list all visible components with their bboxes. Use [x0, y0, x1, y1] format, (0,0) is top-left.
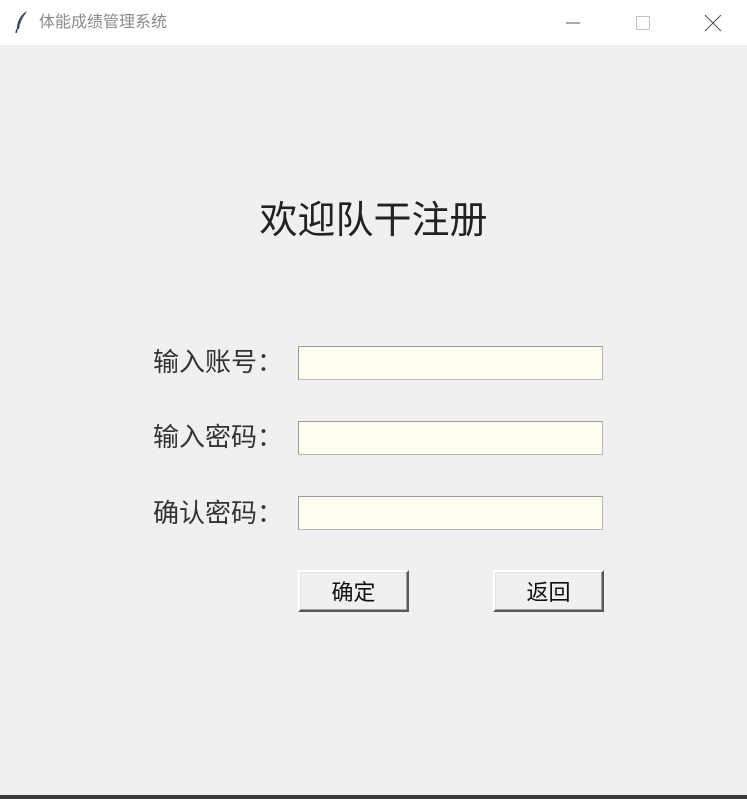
- window-bottom-edge: [0, 795, 747, 799]
- password-label: 输入密码：: [153, 423, 284, 453]
- confirm-password-input[interactable]: [298, 496, 603, 530]
- close-button[interactable]: [683, 0, 743, 45]
- account-label: 输入账号：: [153, 348, 284, 378]
- password-input[interactable]: [298, 421, 603, 455]
- page-title: 欢迎队干注册: [259, 198, 488, 242]
- feather-icon: [14, 10, 30, 34]
- minimize-button[interactable]: [543, 0, 603, 45]
- close-icon: [704, 14, 722, 32]
- window-title: 体能成绩管理系统: [39, 12, 168, 31]
- maximize-icon: [635, 15, 651, 31]
- back-button[interactable]: 返回: [493, 570, 604, 612]
- account-input[interactable]: [298, 346, 603, 380]
- confirm-button[interactable]: 确定: [298, 570, 409, 612]
- registration-panel: 欢迎队干注册 输入账号： 输入密码： 确认密码： 确定 返回: [0, 45, 747, 795]
- title-bar[interactable]: 体能成绩管理系统: [0, 0, 747, 45]
- maximize-button[interactable]: [613, 0, 673, 45]
- confirm-password-label: 确认密码：: [153, 499, 284, 529]
- minimize-icon: [565, 15, 581, 31]
